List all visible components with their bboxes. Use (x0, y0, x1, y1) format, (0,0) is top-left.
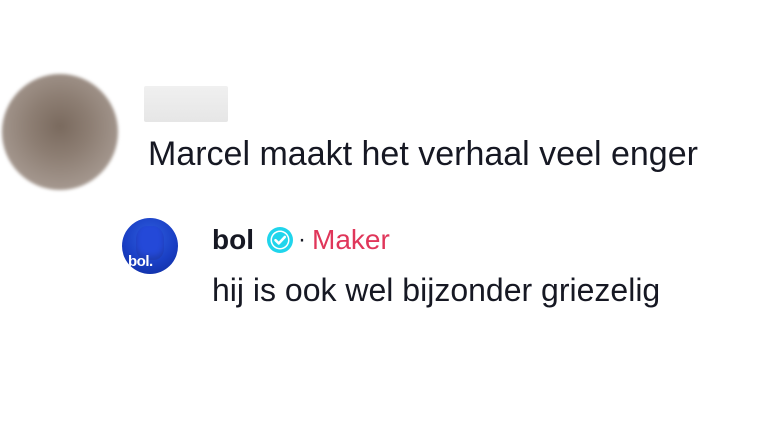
comment: Marcel maakt het verhaal veel enger (0, 70, 760, 200)
reply-username[interactable]: bol (212, 222, 254, 258)
maker-badge: Maker (312, 224, 390, 255)
commenter-avatar[interactable] (2, 74, 118, 190)
commenter-username-redacted[interactable] (144, 86, 228, 122)
reply-header: bol · Maker (212, 222, 390, 258)
reply-avatar[interactable]: bol. (122, 218, 178, 274)
bol-logo: bol. (128, 253, 153, 270)
comment-text: Marcel maakt het verhaal veel enger (148, 135, 698, 173)
separator-dot: · (298, 226, 306, 253)
reply-comment: bol. bol · Maker hij is ook wel bijzonde… (0, 212, 760, 322)
reply-text: hij is ook wel bijzonder griezelig (212, 272, 661, 308)
verified-check-icon (266, 226, 294, 254)
